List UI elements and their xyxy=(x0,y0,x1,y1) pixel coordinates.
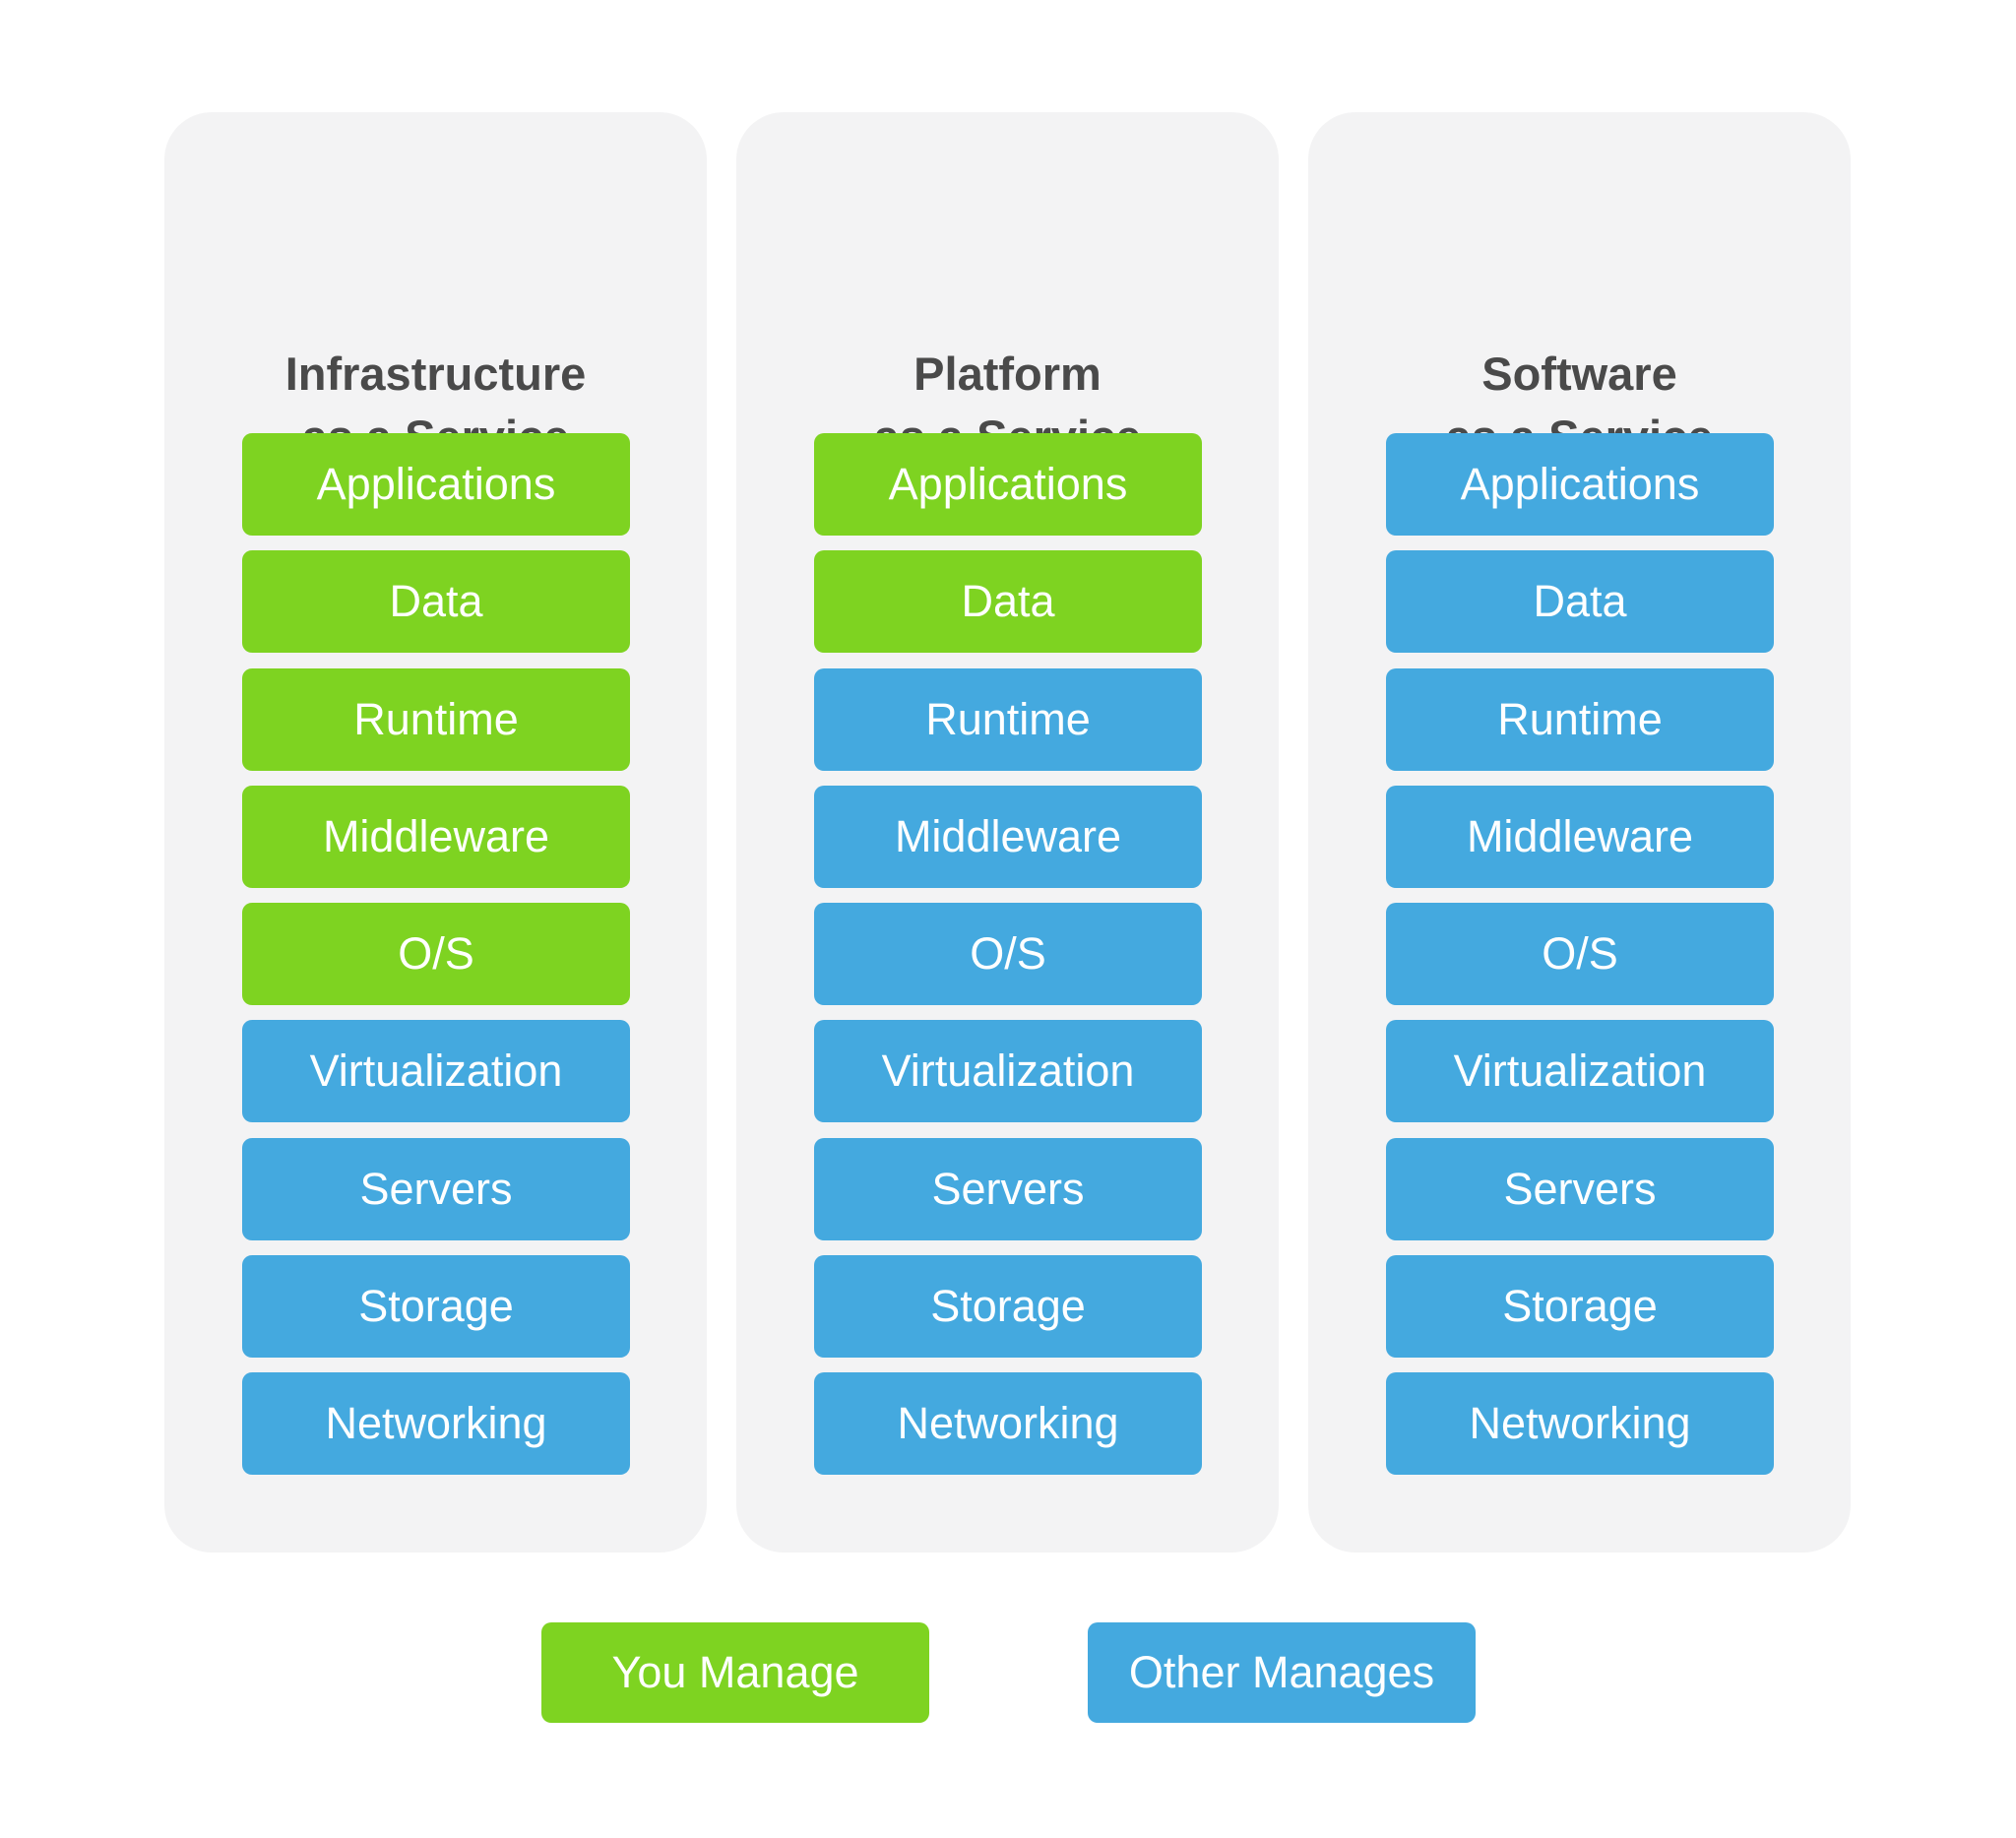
legend-other-manages: Other Manages xyxy=(1088,1622,1476,1723)
layer-runtime: Runtime xyxy=(242,668,630,771)
layer-o-s: O/S xyxy=(814,903,1202,1005)
layer-middleware: Middleware xyxy=(242,786,630,888)
panel-title-line1: Software xyxy=(1481,348,1677,400)
layer-o-s: O/S xyxy=(1386,903,1774,1005)
layer-data: Data xyxy=(814,550,1202,653)
panel-iaas: Infrastructureas a ServiceApplicationsDa… xyxy=(164,112,707,1553)
layer-storage: Storage xyxy=(814,1255,1202,1358)
layer-o-s: O/S xyxy=(242,903,630,1005)
layer-networking: Networking xyxy=(242,1372,630,1475)
legend-you-manage: You Manage xyxy=(541,1622,929,1723)
layer-middleware: Middleware xyxy=(814,786,1202,888)
layer-storage: Storage xyxy=(1386,1255,1774,1358)
layer-virtualization: Virtualization xyxy=(1386,1020,1774,1122)
panel-title-line1: Infrastructure xyxy=(284,348,587,400)
layer-applications: Applications xyxy=(814,433,1202,536)
panel-saas: Softwareas a ServiceApplicationsDataRunt… xyxy=(1308,112,1851,1553)
panel-paas: Platformas a ServiceApplicationsDataRunt… xyxy=(736,112,1279,1553)
layer-applications: Applications xyxy=(242,433,630,536)
layer-servers: Servers xyxy=(242,1138,630,1240)
layer-runtime: Runtime xyxy=(1386,668,1774,771)
panel-title-line1: Platform xyxy=(914,348,1102,400)
layer-storage: Storage xyxy=(242,1255,630,1358)
layer-networking: Networking xyxy=(814,1372,1202,1475)
layer-networking: Networking xyxy=(1386,1372,1774,1475)
layer-data: Data xyxy=(1386,550,1774,653)
layer-middleware: Middleware xyxy=(1386,786,1774,888)
layer-virtualization: Virtualization xyxy=(242,1020,630,1122)
layer-applications: Applications xyxy=(1386,433,1774,536)
layer-servers: Servers xyxy=(814,1138,1202,1240)
layer-virtualization: Virtualization xyxy=(814,1020,1202,1122)
layer-servers: Servers xyxy=(1386,1138,1774,1240)
layer-data: Data xyxy=(242,550,630,653)
layer-runtime: Runtime xyxy=(814,668,1202,771)
